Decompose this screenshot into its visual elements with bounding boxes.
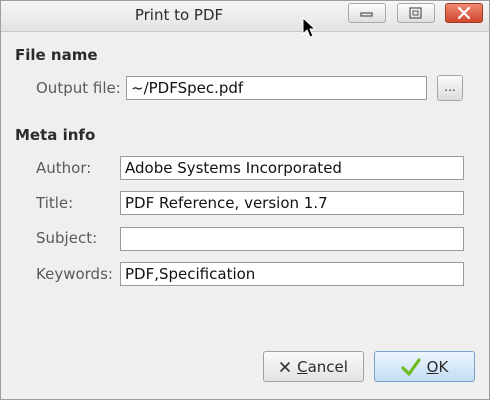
author-label: Author: bbox=[36, 159, 92, 177]
cancel-button-label: Cancel bbox=[297, 357, 348, 376]
ok-button-label: OK bbox=[426, 357, 449, 376]
output-file-label: Output file: bbox=[36, 79, 121, 97]
output-file-input[interactable] bbox=[126, 76, 427, 100]
minimize-icon bbox=[360, 12, 373, 17]
file-name-heading: File name bbox=[15, 46, 98, 64]
keywords-input[interactable] bbox=[120, 262, 464, 286]
title-input[interactable] bbox=[120, 191, 464, 215]
title-label: Title: bbox=[36, 194, 74, 212]
maximize-icon bbox=[409, 7, 422, 19]
minimize-button[interactable] bbox=[348, 3, 386, 23]
cancel-x-icon bbox=[280, 361, 290, 372]
close-button[interactable] bbox=[445, 3, 483, 23]
meta-info-heading: Meta info bbox=[15, 126, 96, 144]
author-input[interactable] bbox=[120, 156, 464, 180]
maximize-button[interactable] bbox=[397, 3, 435, 23]
cancel-button[interactable]: Cancel bbox=[263, 351, 364, 382]
subject-input[interactable] bbox=[120, 227, 464, 251]
keywords-label: Keywords: bbox=[36, 265, 113, 283]
close-icon bbox=[457, 6, 471, 20]
title-bar[interactable]: Print to PDF bbox=[1, 1, 489, 32]
checkmark-icon bbox=[401, 357, 421, 376]
ok-button[interactable]: OK bbox=[374, 351, 475, 382]
print-to-pdf-dialog: Print to PDF File name Output file: ... … bbox=[0, 0, 490, 400]
browse-button[interactable]: ... bbox=[437, 75, 463, 101]
mouse-cursor-icon bbox=[302, 17, 316, 38]
subject-label: Subject: bbox=[36, 229, 98, 247]
